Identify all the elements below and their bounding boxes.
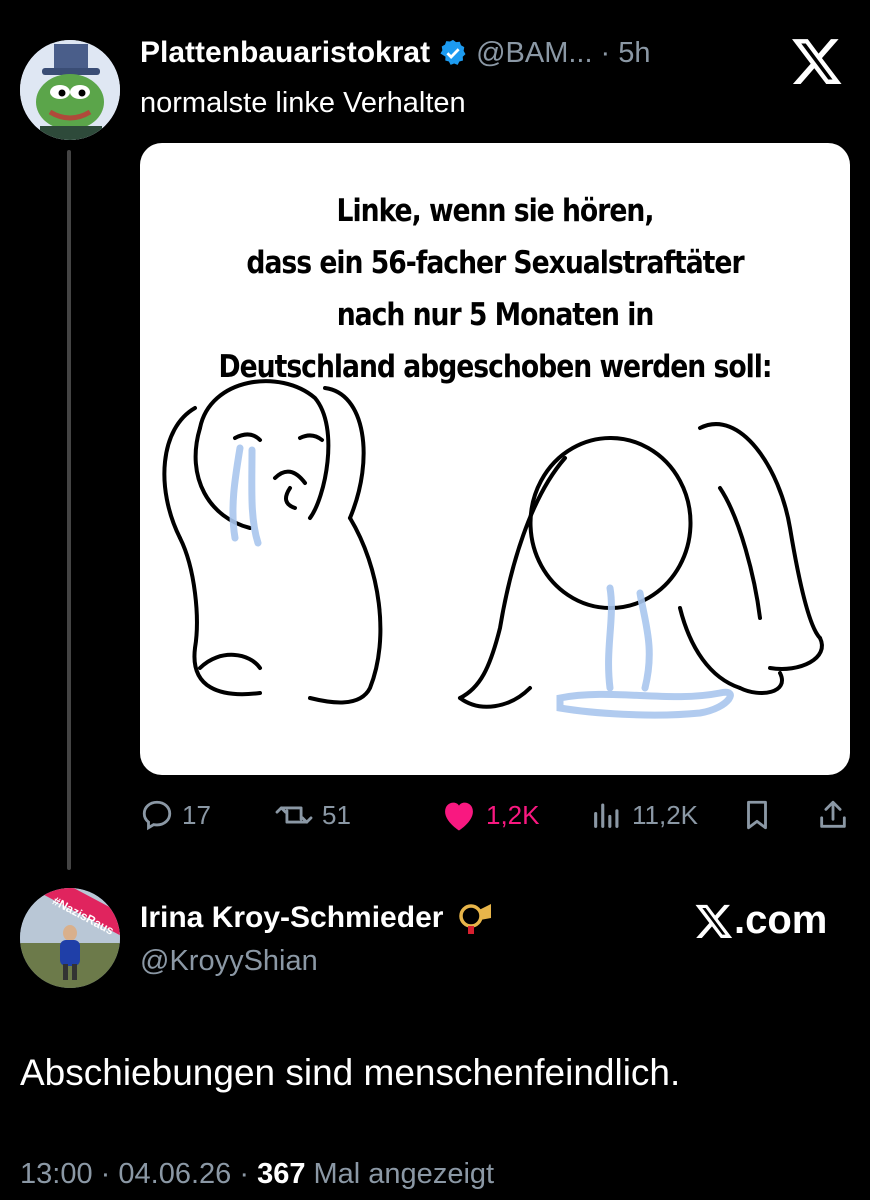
reply-views-count: 367 bbox=[257, 1158, 306, 1190]
share-icon bbox=[816, 798, 850, 832]
reply-footer: 13:00 · 04.06.26 · 367 Mal angezeigt bbox=[20, 1158, 494, 1191]
separator-dot: · bbox=[100, 1158, 111, 1190]
tweet-text: normalste linke Verhalten bbox=[140, 87, 466, 119]
reply-time[interactable]: 13:00 bbox=[20, 1158, 93, 1190]
meme-caption-line: nach nur 5 Monaten in bbox=[336, 297, 655, 333]
repost-icon bbox=[274, 798, 314, 832]
reply-views-label: Mal angezeigt bbox=[313, 1158, 495, 1190]
meme-caption: Linke, wenn sie hören, dass ein 56-fache… bbox=[190, 185, 801, 393]
crying-figures-drawing bbox=[162, 379, 824, 719]
author-handle[interactable]: @BAM... bbox=[476, 37, 592, 70]
reply-icon bbox=[140, 798, 174, 832]
bookmark-icon bbox=[740, 798, 774, 832]
thread-connector-line bbox=[67, 150, 71, 870]
reply-count: 17 bbox=[182, 799, 211, 830]
reply-author-handle[interactable]: @KroyyShian bbox=[140, 945, 318, 978]
analytics-icon bbox=[590, 798, 624, 832]
like-button[interactable]: 1,2K bbox=[440, 798, 540, 832]
reply-button[interactable]: 17 bbox=[140, 798, 211, 832]
author-name[interactable]: Plattenbauaristokrat bbox=[140, 36, 430, 70]
separator-dot: · bbox=[600, 36, 611, 69]
tweet-header: Plattenbauaristokrat @BAM... · 5h bbox=[140, 36, 650, 70]
x-com-label: .com bbox=[694, 898, 827, 943]
repost-count: 51 bbox=[322, 799, 351, 830]
separator-dot: · bbox=[239, 1158, 249, 1190]
x-brand-icon bbox=[695, 904, 733, 938]
tweet-media-image[interactable]: Linke, wenn sie hören, dass ein 56-fache… bbox=[140, 143, 850, 775]
posthorn-icon bbox=[453, 900, 493, 936]
reply-author-avatar[interactable]: #NazisRaus bbox=[20, 888, 120, 988]
meme-caption-line: Linke, wenn sie hören, bbox=[336, 193, 655, 229]
reply-header: Irina Kroy-Schmieder bbox=[140, 900, 493, 936]
bookmark-button[interactable] bbox=[740, 798, 774, 832]
repost-button[interactable]: 51 bbox=[274, 798, 351, 832]
views-button[interactable]: 11,2K bbox=[590, 798, 698, 832]
like-count: 1,2K bbox=[486, 799, 540, 830]
views-count: 11,2K bbox=[632, 799, 699, 830]
share-button[interactable] bbox=[816, 798, 850, 832]
author-avatar[interactable] bbox=[20, 40, 120, 140]
verified-badge-icon bbox=[438, 38, 468, 68]
reply-text: Abschiebungen sind menschenfeindlich. bbox=[20, 1052, 681, 1093]
reply-author-name[interactable]: Irina Kroy-Schmieder bbox=[140, 901, 443, 935]
heart-icon bbox=[440, 798, 478, 832]
meme-caption-line: dass ein 56-facher Sexualstraftäter bbox=[246, 245, 744, 281]
tweet-action-bar: 17 51 1,2K 11,2K bbox=[140, 790, 850, 840]
x-logo-icon bbox=[790, 34, 844, 88]
tweet-time[interactable]: 5h bbox=[618, 37, 650, 70]
x-com-suffix: .com bbox=[734, 898, 828, 942]
reply-date[interactable]: 04.06.26 bbox=[118, 1158, 231, 1190]
